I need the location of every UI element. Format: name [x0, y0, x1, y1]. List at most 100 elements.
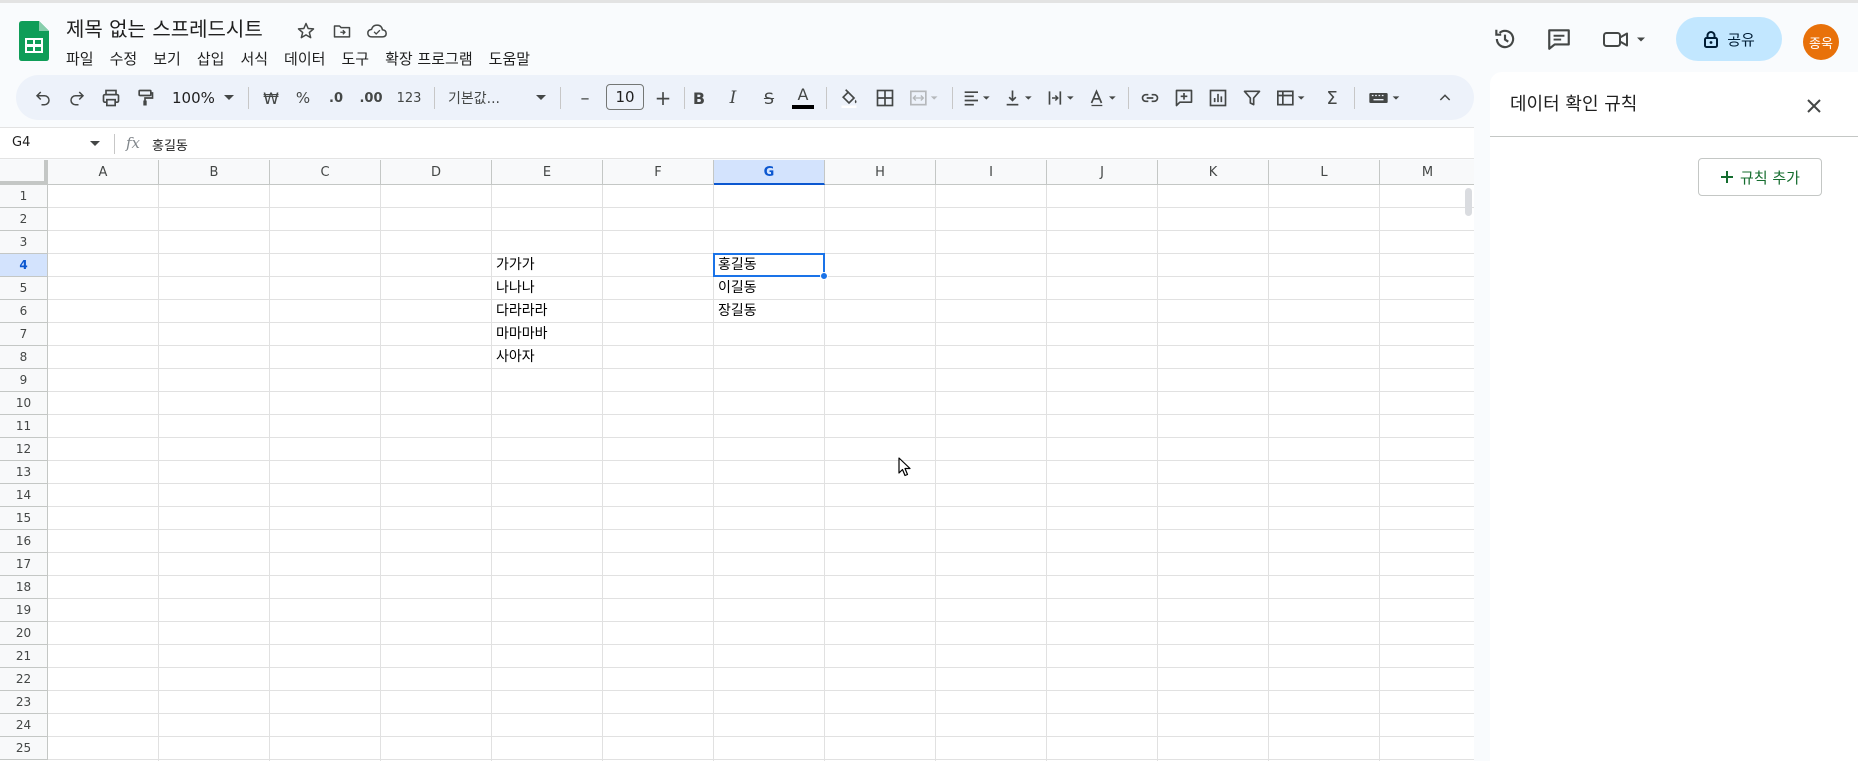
row-header[interactable]: 3: [0, 231, 48, 254]
column-header[interactable]: A: [48, 160, 159, 185]
input-tools-icon[interactable]: [1362, 83, 1410, 113]
row-header[interactable]: 18: [0, 576, 48, 599]
column-header[interactable]: B: [159, 160, 270, 185]
meet-camera-icon[interactable]: [1600, 21, 1652, 57]
star-icon[interactable]: [294, 19, 318, 43]
bold-button[interactable]: B: [682, 83, 716, 113]
row-header[interactable]: 16: [0, 530, 48, 553]
column-header[interactable]: I: [936, 160, 1047, 185]
cloud-saved-icon[interactable]: [365, 19, 389, 43]
decrease-decimal-button[interactable]: .0: [320, 83, 352, 113]
column-header[interactable]: F: [603, 160, 714, 185]
merge-cells-icon[interactable]: [902, 83, 948, 113]
decrease-font-size-button[interactable]: –: [570, 83, 600, 113]
column-header[interactable]: H: [825, 160, 936, 185]
formula-input[interactable]: 홍길동: [152, 135, 188, 154]
move-folder-icon[interactable]: [330, 19, 354, 43]
horizontal-align-icon[interactable]: [958, 83, 998, 113]
cell-e8[interactable]: 사아자: [492, 346, 603, 369]
row-header[interactable]: 17: [0, 553, 48, 576]
row-header[interactable]: 11: [0, 415, 48, 438]
chevron-down-icon[interactable]: [90, 141, 100, 147]
avatar[interactable]: 종욱: [1803, 24, 1839, 60]
comments-icon[interactable]: [1541, 21, 1577, 57]
column-header[interactable]: M: [1380, 160, 1474, 185]
column-header[interactable]: K: [1158, 160, 1269, 185]
menu-extensions[interactable]: 확장 프로그램: [377, 48, 481, 70]
select-all-corner[interactable]: [0, 160, 48, 185]
row-header[interactable]: 8: [0, 346, 48, 369]
row-header[interactable]: 14: [0, 484, 48, 507]
insert-chart-icon[interactable]: [1202, 83, 1234, 113]
cells-area[interactable]: 가가가 나나나 다라라라 마마마바 사아자 홍길동 이길동 장길동: [48, 185, 1474, 761]
row-header[interactable]: 7: [0, 323, 48, 346]
text-rotation-icon[interactable]: [1084, 83, 1124, 113]
fill-handle[interactable]: [820, 272, 828, 280]
close-icon[interactable]: [1802, 94, 1826, 118]
increase-decimal-button[interactable]: .00: [354, 83, 388, 113]
row-header[interactable]: 9: [0, 369, 48, 392]
cell-e4[interactable]: 가가가: [492, 254, 603, 277]
row-header[interactable]: 10: [0, 392, 48, 415]
table-views-icon[interactable]: [1270, 83, 1314, 113]
cell-e6[interactable]: 다라라라: [492, 300, 603, 323]
row-header[interactable]: 21: [0, 645, 48, 668]
font-size-input[interactable]: 10: [606, 84, 644, 110]
column-header[interactable]: J: [1047, 160, 1158, 185]
row-header[interactable]: 5: [0, 277, 48, 300]
share-button[interactable]: 공유: [1676, 17, 1782, 61]
paint-format-icon[interactable]: [130, 83, 160, 113]
menu-edit[interactable]: 수정: [102, 48, 146, 70]
vertical-scrollbar[interactable]: [1465, 188, 1472, 216]
row-header[interactable]: 12: [0, 438, 48, 461]
row-header[interactable]: 23: [0, 691, 48, 714]
italic-button[interactable]: I: [716, 83, 750, 113]
menu-help[interactable]: 도움말: [481, 48, 538, 70]
column-header[interactable]: D: [381, 160, 492, 185]
column-header[interactable]: E: [492, 160, 603, 185]
cell-e5[interactable]: 나나나: [492, 277, 603, 300]
add-rule-button[interactable]: 규칙 추가: [1698, 158, 1822, 196]
menu-tools[interactable]: 도구: [333, 48, 377, 70]
document-title[interactable]: 제목 없는 스프레드시트: [66, 13, 263, 42]
text-wrap-icon[interactable]: [1042, 83, 1082, 113]
cell-g6[interactable]: 장길동: [714, 300, 825, 323]
collapse-toolbar-icon[interactable]: [1430, 83, 1460, 113]
cell-e7[interactable]: 마마마바: [492, 323, 603, 346]
insert-comment-icon[interactable]: [1168, 83, 1200, 113]
insert-link-icon[interactable]: [1134, 83, 1166, 113]
spreadsheet-grid[interactable]: ABCDEFGHIJKLM 1 2 3 4 5 6 7 8 9 10 11 12 13 14 15 16 17 1…: [0, 160, 1474, 761]
more-formats-button[interactable]: 123: [392, 83, 426, 113]
vertical-align-icon[interactable]: [1000, 83, 1040, 113]
row-header[interactable]: 4: [0, 254, 48, 277]
column-header[interactable]: G: [714, 160, 825, 185]
row-header[interactable]: 22: [0, 668, 48, 691]
menu-file[interactable]: 파일: [66, 48, 102, 70]
row-header[interactable]: 13: [0, 461, 48, 484]
menu-view[interactable]: 보기: [145, 48, 189, 70]
column-header[interactable]: L: [1269, 160, 1380, 185]
row-header[interactable]: 15: [0, 507, 48, 530]
undo-icon[interactable]: [28, 83, 58, 113]
redo-icon[interactable]: [62, 83, 92, 113]
strikethrough-button[interactable]: S: [752, 83, 786, 113]
row-header[interactable]: 19: [0, 599, 48, 622]
version-history-icon[interactable]: [1487, 21, 1523, 57]
menu-insert[interactable]: 삽입: [189, 48, 233, 70]
row-header[interactable]: 1: [0, 185, 48, 208]
currency-format-button[interactable]: ₩: [256, 83, 286, 113]
borders-icon[interactable]: [868, 83, 902, 113]
menu-data[interactable]: 데이터: [276, 48, 333, 70]
zoom-select[interactable]: 100%: [166, 83, 240, 113]
menu-format[interactable]: 서식: [232, 48, 276, 70]
percent-format-button[interactable]: %: [288, 83, 318, 113]
row-header[interactable]: 20: [0, 622, 48, 645]
row-header[interactable]: 25: [0, 737, 48, 760]
text-color-button[interactable]: A: [786, 83, 820, 113]
increase-font-size-button[interactable]: +: [648, 83, 678, 113]
print-icon[interactable]: [96, 83, 126, 113]
font-family-select[interactable]: 기본값...: [442, 83, 552, 113]
filter-icon[interactable]: [1236, 83, 1268, 113]
row-header[interactable]: 24: [0, 714, 48, 737]
fill-color-icon[interactable]: [832, 83, 866, 113]
